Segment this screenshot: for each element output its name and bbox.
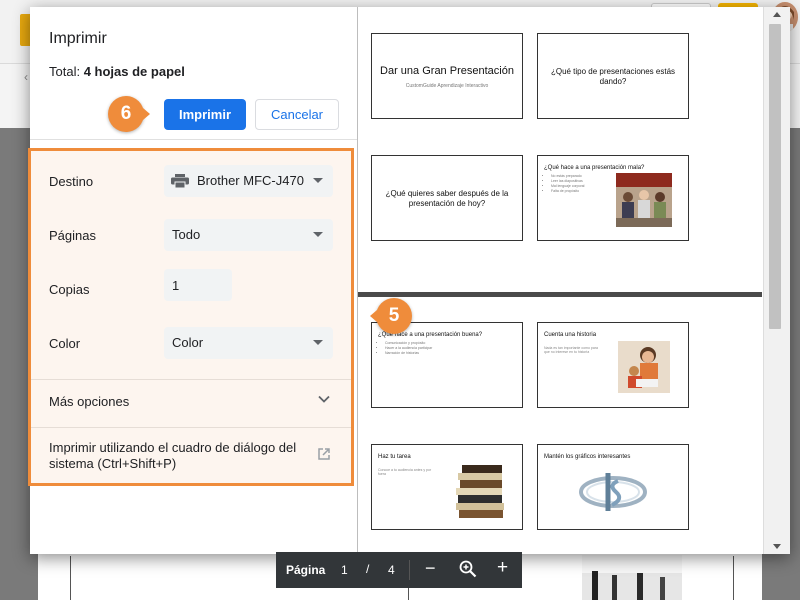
page-navigation-toolbar: Página 1 / 4 − + <box>276 552 522 588</box>
slide-title: ¿Qué hace a una presentación mala? <box>544 165 645 171</box>
scroll-down-icon[interactable] <box>773 544 781 549</box>
color-label: Color <box>49 336 81 351</box>
slide-thumbnail: ¿Qué quieres saber después de la present… <box>371 155 523 241</box>
slide-title: Mantén los gráficos interesantes <box>544 454 631 460</box>
slide-thumbnail: Mantén los gráficos interesantes <box>537 444 689 530</box>
slide-title: Haz tu tarea <box>378 454 411 460</box>
slide-bullet: Narración de historias <box>385 351 432 356</box>
slide-thumbnail: ¿Qué tipo de presentaciones estás dando? <box>537 33 689 119</box>
storytelling-photo <box>618 341 670 393</box>
step-5-callout: 5 <box>370 298 412 334</box>
pages-select[interactable]: Todo <box>164 219 333 251</box>
total-value: 4 hojas de papel <box>83 64 185 79</box>
callout-pointer <box>370 310 377 322</box>
printer-icon <box>171 174 189 188</box>
slide-thumbnail: Dar una Gran Presentación CustomGuide Ap… <box>371 33 523 119</box>
pages-value: Todo <box>172 227 201 242</box>
cancel-button[interactable]: Cancelar <box>255 99 339 130</box>
slide-title: ¿Qué quieres saber después de la present… <box>385 189 509 208</box>
slide-subtitle: Nada es tan importante como para que no … <box>544 346 598 354</box>
preview-sheet-2: ¿Qué hace a una presentación buena? Comu… <box>358 297 762 554</box>
print-settings-panel: Destino Brother MFC-J470 Páginas Todo Co… <box>28 148 354 486</box>
slide-thumbnail: ¿Qué hace a una presentación mala? No es… <box>537 155 689 241</box>
print-button[interactable]: Imprimir <box>164 99 246 130</box>
system-dialog-link[interactable]: Imprimir utilizando el cuadro de diálogo… <box>31 429 351 481</box>
scroll-up-icon[interactable] <box>773 12 781 17</box>
destination-value: Brother MFC-J470 <box>197 173 304 188</box>
page-separator: / <box>366 562 370 576</box>
current-page-input[interactable]: 1 <box>341 563 348 577</box>
dialog-title: Imprimir <box>49 30 107 47</box>
copies-input[interactable] <box>164 269 232 301</box>
graphic-logo-image <box>579 473 647 511</box>
color-select[interactable]: Color <box>164 327 333 359</box>
slide-title: ¿Qué tipo de presentaciones estás dando? <box>550 67 676 86</box>
more-options-toggle[interactable]: Más opciones <box>31 377 351 425</box>
slide-bullets: Comunicación y propósito Hacer a la audi… <box>381 341 432 356</box>
more-options-label: Más opciones <box>49 394 130 409</box>
callout-pointer <box>143 108 150 120</box>
total-pages: 4 <box>388 563 395 577</box>
total-label: Total: <box>49 64 81 79</box>
step-number: 6 <box>120 103 132 124</box>
scroll-thumb[interactable] <box>769 24 781 329</box>
print-dialog: Imprimir Total: 4 hojas de papel Imprimi… <box>28 7 790 554</box>
print-sidebar: Imprimir Total: 4 hojas de papel Imprimi… <box>28 7 357 554</box>
caret-down-icon <box>313 232 323 237</box>
step-number: 5 <box>388 305 400 326</box>
pages-label: Páginas <box>49 228 96 243</box>
divider <box>30 139 357 140</box>
caret-down-icon <box>313 340 323 345</box>
plus-icon[interactable]: + <box>497 557 508 579</box>
divider <box>409 560 410 580</box>
copies-label: Copias <box>49 282 90 297</box>
sheet-total: Total: 4 hojas de papel <box>49 64 185 79</box>
step-6-callout: 6 <box>108 96 150 132</box>
preview-scrollbar[interactable] <box>763 7 790 554</box>
slide-thumbnail: Cuenta una historia Nada es tan importan… <box>537 322 689 408</box>
slide-subtitle: CustomGuide Aprendizaje Interactivo <box>405 83 489 89</box>
background-photo <box>582 555 682 600</box>
divider <box>31 427 351 428</box>
preview-sheet-1: Dar una Gran Presentación CustomGuide Ap… <box>358 7 762 292</box>
books-photo <box>456 465 504 518</box>
zoom-in-icon[interactable] <box>459 560 477 578</box>
slide-thumbnail: ¿Qué hace a una presentación buena? Comu… <box>371 322 523 408</box>
slide-thumbnail: Haz tu tarea Conoce a tu audiencia antes… <box>371 444 523 530</box>
chevron-down-icon <box>318 395 330 403</box>
slide-subtitle: Conoce a tu audiencia antes y por fuera <box>378 468 432 476</box>
print-preview[interactable]: Dar una Gran Presentación CustomGuide Ap… <box>357 7 790 554</box>
page-label: Página <box>286 563 326 577</box>
destination-label: Destino <box>49 174 94 189</box>
slide-bullets: No estás preparado Leer las diapositivas… <box>547 174 584 194</box>
external-link-icon <box>318 448 330 460</box>
slide-bullet: Falta de propósito <box>551 189 584 194</box>
slide-title: Cuenta una historia <box>544 332 597 338</box>
destination-select[interactable]: Brother MFC-J470 <box>164 165 333 197</box>
slide-title: Dar una Gran Presentación <box>380 65 514 77</box>
audience-photo <box>616 173 672 227</box>
color-value: Color <box>172 335 204 350</box>
system-dialog-label: Imprimir utilizando el cuadro de diálogo… <box>49 440 297 471</box>
caret-down-icon <box>313 178 323 183</box>
background-back-icon: ‹ <box>24 70 28 84</box>
minus-icon[interactable]: − <box>425 558 436 579</box>
